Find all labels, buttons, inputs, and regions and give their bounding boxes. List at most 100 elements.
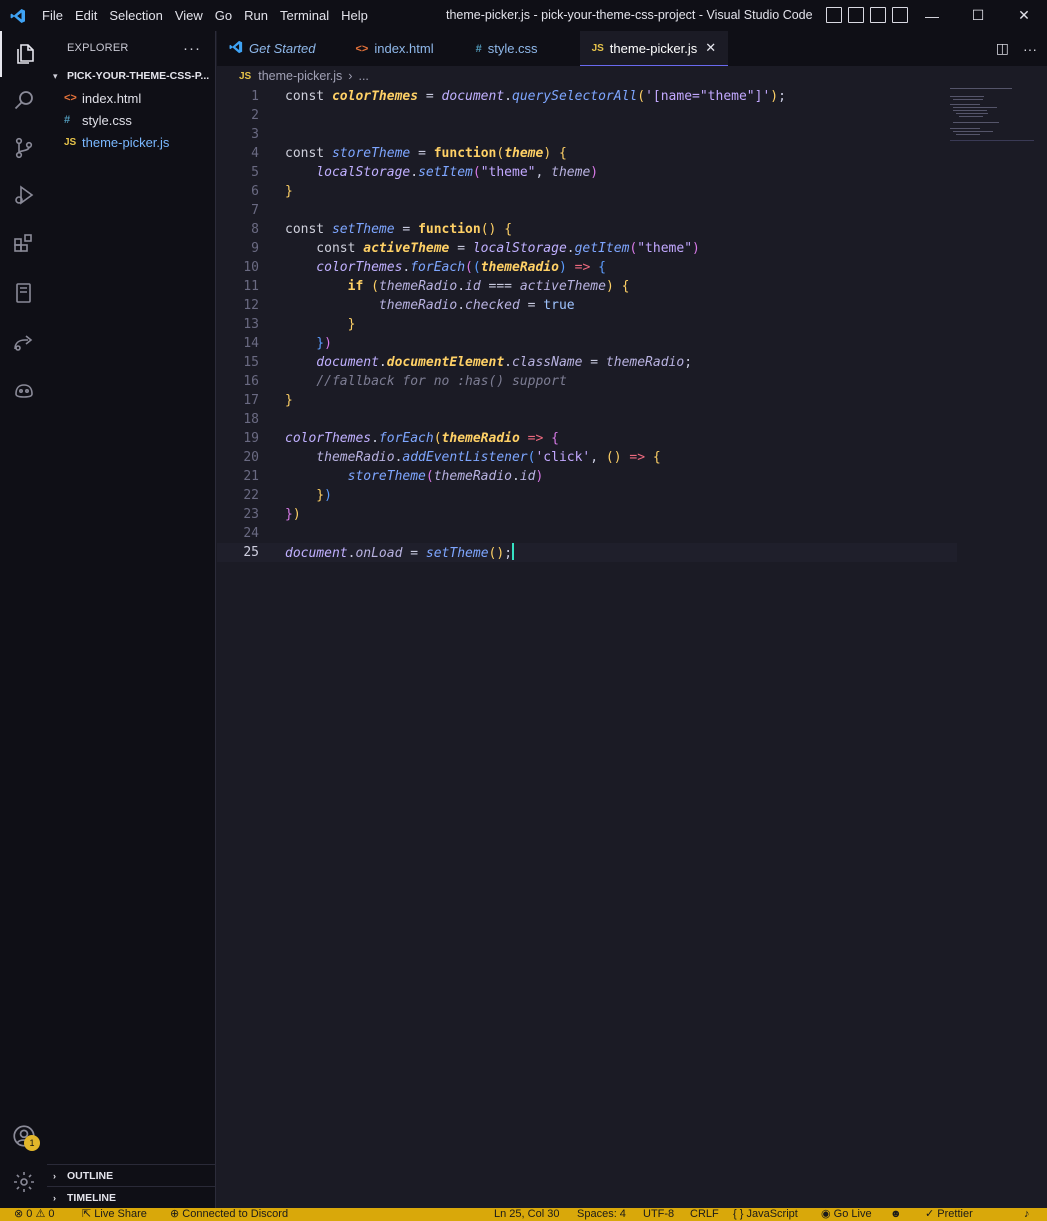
window-title: theme-picker.js - pick-your-theme-css-pr… (446, 8, 813, 22)
explorer-sidebar: EXPLORER ··· ▾ PICK-YOUR-THEME-CSS-P... … (47, 31, 216, 1208)
menu-help[interactable]: Help (335, 0, 374, 31)
tab-style-css[interactable]: # style.css (446, 31, 580, 66)
menu-go[interactable]: Go (209, 0, 238, 31)
live-share-icon[interactable] (0, 319, 47, 365)
line-number: 18 (243, 412, 259, 427)
minimap[interactable] (950, 86, 1040, 146)
project-folder[interactable]: ▾ PICK-YOUR-THEME-CSS-P... (47, 65, 215, 87)
toggle-sidebar-icon[interactable] (826, 7, 842, 23)
tab-label: index.html (374, 41, 434, 56)
search-icon[interactable] (0, 77, 47, 123)
file-label: theme-picker.js (82, 134, 170, 150)
prettier-status[interactable]: ✓ Prettier (925, 1208, 973, 1221)
window-controls: — ☐ ✕ (909, 0, 1047, 31)
more-actions-icon[interactable]: ··· (1023, 41, 1037, 57)
chevron-right-icon: › (53, 1170, 56, 1181)
js-file-icon: JS (64, 136, 77, 148)
line-number: 23 (243, 507, 259, 522)
more-actions-icon[interactable]: ··· (183, 40, 201, 57)
outline-section[interactable]: › OUTLINE (47, 1164, 216, 1186)
line-number: 17 (243, 393, 259, 408)
line-number: 9 (251, 241, 259, 256)
tab-get-started[interactable]: Get Started (217, 31, 327, 66)
tab-theme-picker-js[interactable]: JS theme-picker.js ✕ (579, 31, 729, 66)
menu-terminal[interactable]: Terminal (274, 0, 335, 31)
line-number: 4 (251, 146, 259, 161)
discord-status[interactable]: ⊕ Connected to Discord (170, 1208, 288, 1221)
explorer-header: EXPLORER ··· (47, 31, 215, 65)
account-badge: 1 (24, 1135, 40, 1151)
minimize-button[interactable]: — (909, 0, 955, 31)
toggle-secondary-sidebar-icon[interactable] (870, 7, 886, 23)
status-bar: ⊗ 0 ⚠ 0 ⇱ Live Share ⊕ Connected to Disc… (0, 1208, 1047, 1221)
tab-label: theme-picker.js (609, 40, 698, 56)
live-share-label: Live Share (94, 1208, 147, 1220)
customize-layout-icon[interactable] (892, 7, 908, 23)
breadcrumb-separator: › (348, 69, 353, 83)
toggle-panel-icon[interactable] (848, 7, 864, 23)
run-debug-icon[interactable] (0, 172, 47, 218)
remote-explorer-icon[interactable] (0, 270, 47, 316)
code-line: 13 } (217, 315, 957, 334)
code-line: 17} (217, 391, 957, 410)
account-icon[interactable] (0, 1113, 47, 1159)
globe-icon: ⊕ (170, 1208, 183, 1220)
cursor-position[interactable]: Ln 25, Col 30 (494, 1208, 559, 1221)
code-line: 2 (217, 106, 957, 125)
timeline-section[interactable]: › TIMELINE (47, 1186, 216, 1208)
code-editor[interactable]: 1 const colorThemes = document.querySelec… (217, 86, 1047, 1208)
close-window-button[interactable]: ✕ (1001, 0, 1047, 31)
code-line-current: 25 document.onLoad = setTheme(); (217, 543, 957, 562)
file-theme-picker-js[interactable]: JS theme-picker.js (47, 131, 215, 153)
problems-indicator[interactable]: ⊗ 0 ⚠ 0 (14, 1208, 54, 1221)
language-mode[interactable]: { } JavaScript (733, 1208, 798, 1221)
editor-tabs: Get Started <> index.html # style.css JS… (217, 31, 1047, 66)
code-line: 5 localStorage.setItem("theme", theme) (217, 163, 957, 182)
chevron-down-icon: ▾ (53, 70, 58, 81)
file-label: style.css (82, 112, 132, 128)
discord-label: Connected to Discord (182, 1208, 289, 1220)
code-line: 10 colorThemes.forEach((themeRadio) => { (217, 258, 957, 277)
file-style-css[interactable]: # style.css (47, 109, 215, 131)
vscode-logo-icon (0, 8, 36, 24)
breadcrumb-file[interactable]: theme-picker.js (258, 69, 342, 83)
feedback-icon[interactable]: ☻ (890, 1208, 902, 1221)
live-share-status[interactable]: ⇱ Live Share (82, 1208, 147, 1221)
tab-index-html[interactable]: <> index.html (327, 31, 445, 66)
maximize-button[interactable]: ☐ (955, 0, 1001, 31)
code-line: 14 }) (217, 334, 957, 353)
code-line: 1 const colorThemes = document.querySelec… (217, 87, 957, 106)
code-comment: //fallback for no :has() support (316, 374, 567, 389)
outline-label: OUTLINE (67, 1169, 114, 1182)
source-control-icon[interactable] (0, 125, 47, 171)
manage-gear-icon[interactable] (0, 1159, 47, 1205)
breadcrumb-symbol[interactable]: ... (358, 69, 368, 83)
title-bar: File Edit Selection View Go Run Terminal… (0, 0, 1047, 31)
line-number: 1 (251, 89, 259, 104)
code-line: 15 document.documentElement.className = … (217, 353, 957, 372)
live-share-icon: ⇱ (82, 1208, 95, 1220)
menu-view[interactable]: View (169, 0, 209, 31)
go-live-button[interactable]: ◉ Go Live (821, 1208, 872, 1221)
line-number: 2 (251, 108, 259, 123)
close-tab-icon[interactable]: ✕ (705, 40, 716, 56)
code-line: 12 themeRadio.checked = true (217, 296, 957, 315)
notifications-bell-icon[interactable]: ♪ (1024, 1208, 1030, 1221)
menu-edit[interactable]: Edit (69, 0, 103, 31)
file-label: index.html (82, 90, 142, 106)
extensions-icon[interactable] (0, 220, 47, 266)
menu-bar: File Edit Selection View Go Run Terminal… (36, 0, 374, 31)
split-editor-icon[interactable]: ◫ (996, 40, 1009, 57)
indentation[interactable]: Spaces: 4 (577, 1208, 626, 1221)
line-number: 11 (243, 279, 259, 294)
end-of-line[interactable]: CRLF (690, 1208, 719, 1221)
menu-file[interactable]: File (36, 0, 69, 31)
menu-selection[interactable]: Selection (103, 0, 168, 31)
copilot-icon[interactable] (0, 367, 47, 413)
line-number: 5 (251, 165, 259, 180)
files-icon[interactable] (0, 31, 47, 77)
project-folder-label: PICK-YOUR-THEME-CSS-P... (67, 70, 210, 82)
encoding[interactable]: UTF-8 (643, 1208, 674, 1221)
file-index-html[interactable]: <> index.html (47, 87, 215, 109)
menu-run[interactable]: Run (238, 0, 274, 31)
